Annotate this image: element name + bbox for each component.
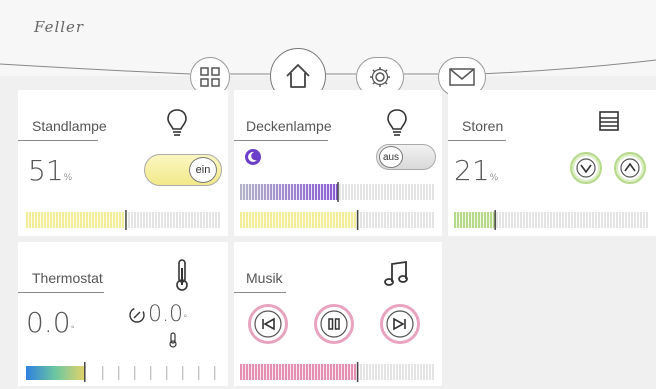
- card-storen: Storen 21%: [448, 90, 656, 236]
- storen-level-slider[interactable]: [454, 210, 650, 230]
- card-title-musik: Musik: [246, 270, 283, 286]
- card-deckenlampe: Deckenlampe aus: [234, 90, 442, 236]
- musik-previous-button[interactable]: [248, 304, 288, 344]
- rotate-icon: [129, 307, 145, 323]
- card-title-thermostat: Thermostat: [32, 270, 103, 286]
- card-musik: Musik: [234, 242, 442, 386]
- thermometer-icon: [176, 259, 188, 291]
- card-title-storen: Storen: [462, 118, 504, 134]
- storen-down-button[interactable]: [570, 152, 602, 184]
- next-icon: [386, 310, 414, 338]
- deckenlampe-color-slider[interactable]: [240, 182, 436, 202]
- standlampe-level-slider[interactable]: [26, 210, 222, 230]
- blinds-icon: [599, 111, 619, 131]
- thermostat-value: 0.0°: [26, 306, 76, 339]
- card-title-deckenlampe: Deckenlampe: [246, 118, 332, 134]
- standlampe-value: 51%: [28, 154, 73, 187]
- previous-icon: [254, 310, 282, 338]
- pause-icon: [320, 310, 348, 338]
- musik-volume-slider[interactable]: [240, 362, 436, 382]
- storen-value: 21%: [454, 154, 499, 187]
- moon-icon[interactable]: [244, 148, 262, 166]
- chevron-up-icon: [620, 158, 640, 178]
- card-title-standlampe: Standlampe: [32, 118, 107, 134]
- musik-next-button[interactable]: [380, 304, 420, 344]
- card-standlampe: Standlampe 51% ein: [18, 90, 228, 236]
- card-thermostat: Thermostat 0.0° 0.0°: [18, 242, 228, 386]
- music-note-icon: [384, 260, 408, 286]
- deckenlampe-toggle[interactable]: aus: [376, 144, 436, 170]
- nav-curve-line: [0, 59, 656, 75]
- gear-icon: [370, 67, 390, 87]
- header-bar: Feller: [0, 0, 656, 76]
- grid-icon: [200, 67, 220, 87]
- thermostat-slider[interactable]: [26, 362, 222, 382]
- thermometer-small-icon: [169, 332, 177, 348]
- mail-icon: [449, 68, 475, 86]
- standlampe-toggle[interactable]: ein: [144, 154, 222, 186]
- lightbulb-icon: [387, 109, 407, 136]
- thermostat-setpoint[interactable]: 0.0°: [148, 302, 188, 327]
- storen-up-button[interactable]: [614, 152, 646, 184]
- musik-pause-button[interactable]: [314, 304, 354, 344]
- deckenlampe-level-slider[interactable]: [240, 210, 436, 230]
- home-icon: [286, 64, 310, 88]
- chevron-down-icon: [576, 158, 596, 178]
- lightbulb-icon: [167, 109, 187, 136]
- toggle-knob: aus: [379, 146, 403, 168]
- toggle-knob: ein: [189, 157, 217, 183]
- thermostat-level-fill: [26, 366, 85, 380]
